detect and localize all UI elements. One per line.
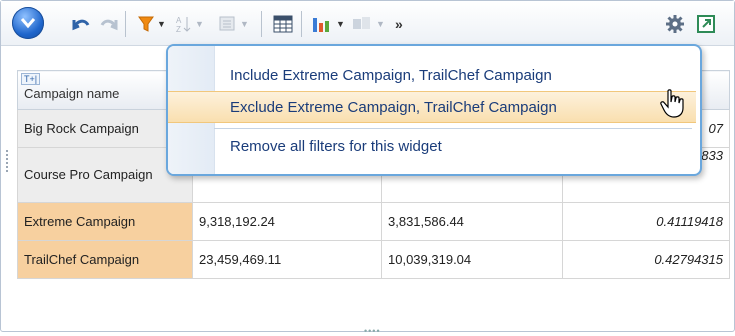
menu-item-label: Include Extreme Campaign, TrailChef Camp… (230, 66, 552, 84)
chevron-down-icon: ▼ (157, 19, 166, 29)
table-icon (273, 15, 293, 33)
toolbar-separator (261, 11, 262, 37)
toolbar-separator (125, 11, 126, 37)
table-row[interactable]: TrailChef Campaign 23,459,469.11 10,039,… (17, 240, 730, 279)
swap-icon (353, 17, 370, 29)
column-header-label: Campaign name (24, 85, 120, 101)
value-cell[interactable]: 9,318,192.24 (192, 202, 382, 241)
svg-text:A: A (176, 16, 182, 25)
drill-icon (219, 16, 235, 31)
svg-text:Z: Z (176, 25, 181, 33)
value-cell[interactable]: 3,831,586.44 (381, 202, 563, 241)
maximize-icon (697, 15, 715, 33)
toolbar-separator (301, 11, 302, 37)
drill-button[interactable]: ▼ (219, 13, 249, 35)
filter-funnel-icon (138, 16, 154, 32)
double-chevron-icon: » (395, 16, 403, 32)
ratio-cell[interactable]: 0.41119418 (562, 202, 730, 241)
toolbar: ▼ AZ ▼ ▼ ▼ ▼ » (1, 1, 734, 46)
filter-button[interactable]: ▼ (138, 13, 166, 35)
menu-separator (214, 128, 692, 129)
menu-item-include[interactable]: Include Extreme Campaign, TrailChef Camp… (168, 60, 696, 90)
menu-item-remove-filters[interactable]: Remove all filters for this widget (168, 131, 696, 161)
bottom-resize-grip[interactable]: •••• (364, 326, 381, 336)
ratio-cell[interactable]: 0.42794315 (562, 240, 730, 279)
redo-icon (100, 19, 118, 31)
maximize-button[interactable] (696, 13, 716, 35)
grid-view-button[interactable] (273, 13, 293, 35)
settings-button[interactable] (665, 13, 685, 35)
chevron-down-icon: ▼ (376, 19, 385, 29)
value-cell[interactable]: 23,459,469.11 (192, 240, 382, 279)
hand-cursor-icon (660, 89, 684, 118)
filter-indicator-icon[interactable]: T+| (21, 73, 41, 85)
campaign-name-cell[interactable]: TrailChef Campaign (17, 240, 193, 279)
undo-button[interactable] (71, 13, 91, 35)
bar-chart-icon (313, 18, 329, 32)
menu-orb-button[interactable] (12, 7, 44, 39)
menu-item-exclude[interactable]: Exclude Extreme Campaign, TrailChef Camp… (168, 91, 696, 123)
table-row[interactable]: Extreme Campaign 9,318,192.24 3,831,586.… (17, 202, 730, 241)
sort-button[interactable]: AZ ▼ (176, 13, 204, 35)
chevron-down-icon: ▼ (240, 19, 249, 29)
gear-icon (666, 15, 684, 33)
undo-icon (72, 19, 90, 31)
chevron-down-icon: ▼ (336, 19, 345, 29)
chevron-down-icon: ▼ (195, 19, 204, 29)
swap-axes-button[interactable]: ▼ (351, 13, 385, 35)
menu-item-label: Exclude Extreme Campaign, TrailChef Camp… (230, 98, 557, 116)
campaign-name-cell[interactable]: Extreme Campaign (17, 202, 193, 241)
chart-type-button[interactable]: ▼ (311, 13, 345, 35)
value-cell[interactable]: 10,039,319.04 (381, 240, 563, 279)
resize-grip[interactable] (6, 150, 11, 172)
chevron-down-icon (20, 18, 36, 29)
sort-icon: AZ (176, 16, 191, 33)
redo-button[interactable] (99, 13, 119, 35)
context-menu: Include Extreme Campaign, TrailChef Camp… (166, 44, 702, 176)
menu-item-label: Remove all filters for this widget (230, 137, 442, 155)
overflow-button[interactable]: » (395, 13, 403, 35)
